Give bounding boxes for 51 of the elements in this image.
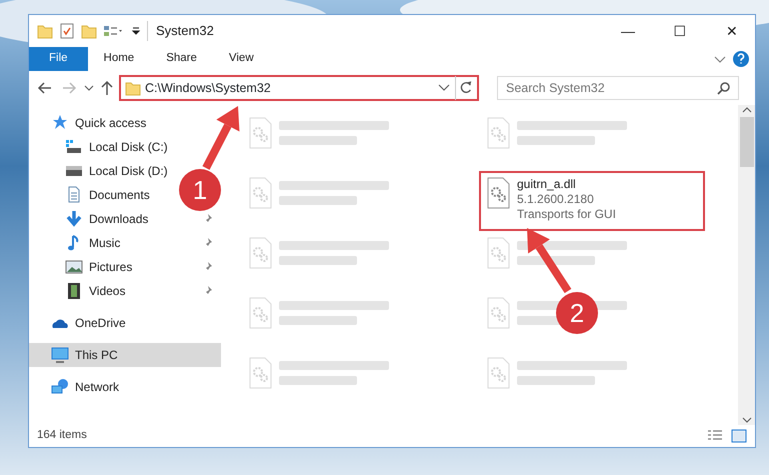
sidebar-item[interactable]: Videos (29, 279, 134, 303)
large-icons-view-icon[interactable] (731, 429, 747, 443)
sidebar-item[interactable]: Quick access (29, 111, 154, 135)
annotation-arrow (202, 106, 240, 170)
drive-icon (65, 138, 83, 156)
maximize-button[interactable]: ☐ (657, 15, 703, 47)
scroll-up-icon[interactable] (742, 105, 752, 115)
drive-icon (65, 166, 83, 176)
file-detail: 5.1.2600.2180 (517, 192, 595, 207)
step-marker (556, 292, 598, 334)
step-number: 1 (192, 174, 208, 206)
view-list-icon[interactable] (103, 23, 125, 39)
sidebar-item[interactable]: Pictures (29, 255, 140, 279)
sidebar-item[interactable]: Documents (29, 183, 158, 207)
sidebar-item[interactable]: This PC (29, 343, 221, 367)
down-arrow-icon (65, 210, 83, 228)
address-bar[interactable]: C:\Windows\System32 (119, 75, 479, 101)
ribbon-tab[interactable]: Share (150, 47, 213, 71)
minimize-button[interactable]: — (605, 15, 651, 47)
monitor-icon (51, 346, 69, 364)
sidebar-item[interactable]: Local Disk (C:) (29, 135, 176, 159)
sidebar-item[interactable]: Downloads (29, 207, 156, 231)
scroll-down-icon[interactable] (742, 415, 752, 425)
step-marker (179, 169, 221, 211)
close-button[interactable]: ✕ (709, 15, 755, 47)
search-icon (717, 81, 731, 95)
ribbon-tab[interactable]: View (212, 47, 270, 71)
file-item[interactable]: guitrn_a.dll 5.1.2600.2180 Transports for GUI (479, 171, 705, 231)
sidebar-item[interactable]: OneDrive (29, 311, 134, 335)
folder-icon (125, 80, 141, 96)
properties-icon[interactable] (59, 23, 75, 39)
film-icon (65, 282, 83, 300)
window-title: System32 (147, 21, 599, 41)
sidebar-item[interactable]: Local Disk (D:) (29, 159, 176, 183)
search-field[interactable]: Search System32 (497, 76, 739, 100)
scrollbar-thumb[interactable] (740, 117, 754, 167)
item-count: 164 items (37, 428, 88, 444)
ribbon-tab[interactable]: Home (88, 47, 150, 71)
file-detail: Transports for GUI (517, 207, 616, 222)
dll-file-icon (485, 177, 511, 211)
annotation-arrow (527, 228, 572, 294)
address-path: C:\Windows\System32 (145, 80, 272, 97)
step-number: 2 (568, 297, 586, 329)
picture-icon (65, 258, 83, 276)
ribbon-tab[interactable]: File (29, 47, 88, 71)
file-name: guitrn_a.dll (517, 177, 577, 192)
up-arrow-icon[interactable] (99, 78, 115, 98)
star-icon (51, 114, 69, 132)
sidebar-item[interactable]: Network (29, 375, 128, 399)
network-icon (51, 378, 69, 396)
sidebar-item[interactable]: Music (29, 231, 128, 255)
